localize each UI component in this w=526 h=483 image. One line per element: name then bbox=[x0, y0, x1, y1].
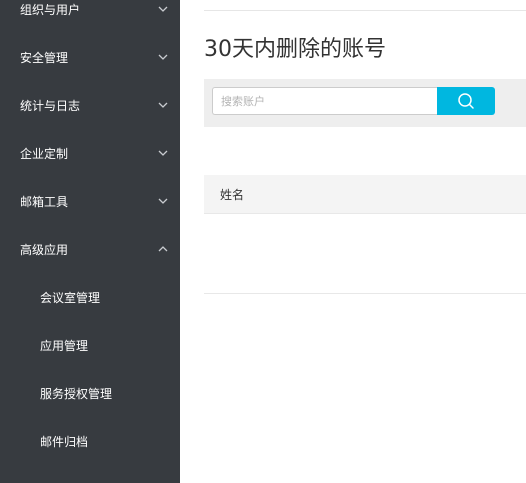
sidebar-item-label: 组织与用户 bbox=[20, 2, 81, 17]
sidebar-item-label: 安全管理 bbox=[20, 50, 69, 65]
app-window: 组织与用户 安全管理 统计与日志 企业定制 邮箱工具 高级应用 会议室管理 应用… bbox=[0, 0, 526, 483]
sidebar-item-stats-logs[interactable]: 统计与日志 bbox=[0, 81, 180, 129]
table-body bbox=[204, 214, 526, 294]
chevron-down-icon bbox=[156, 146, 170, 160]
sidebar-item-label: 高级应用 bbox=[20, 242, 69, 257]
sidebar-subitem-meeting-rooms[interactable]: 会议室管理 bbox=[0, 273, 180, 321]
sidebar-subitem-label: 服务授权管理 bbox=[40, 386, 113, 401]
sidebar-item-org-users[interactable]: 组织与用户 bbox=[0, 0, 180, 33]
sidebar-item-label: 统计与日志 bbox=[20, 98, 81, 113]
sidebar-subitem-service-authorization[interactable]: 服务授权管理 bbox=[0, 369, 180, 417]
sidebar-subitem-label: 会议室管理 bbox=[40, 290, 101, 305]
search-button[interactable] bbox=[437, 87, 495, 115]
chevron-up-icon bbox=[156, 242, 170, 256]
chevron-down-icon bbox=[156, 194, 170, 208]
sidebar-item-customization[interactable]: 企业定制 bbox=[0, 129, 180, 177]
chevron-down-icon bbox=[156, 50, 170, 64]
sidebar-subitem-label: 应用管理 bbox=[40, 338, 89, 353]
search-input[interactable] bbox=[212, 87, 438, 115]
sidebar-item-label: 邮箱工具 bbox=[20, 194, 69, 209]
table-header: 姓名 bbox=[204, 175, 526, 214]
chevron-down-icon bbox=[156, 2, 170, 16]
sidebar: 组织与用户 安全管理 统计与日志 企业定制 邮箱工具 高级应用 会议室管理 应用… bbox=[0, 0, 180, 483]
sidebar-item-label: 企业定制 bbox=[20, 146, 69, 161]
sidebar-subitem-app-management[interactable]: 应用管理 bbox=[0, 321, 180, 369]
sidebar-item-mail-tools[interactable]: 邮箱工具 bbox=[0, 177, 180, 225]
chevron-down-icon bbox=[156, 98, 170, 112]
sidebar-subitem-mail-archive[interactable]: 邮件归档 bbox=[0, 417, 180, 465]
search-icon bbox=[457, 92, 475, 110]
sidebar-item-security[interactable]: 安全管理 bbox=[0, 33, 180, 81]
main-content: 30天内删除的账号 姓名 bbox=[180, 0, 526, 483]
search-bar bbox=[204, 79, 526, 127]
column-header-name: 姓名 bbox=[220, 188, 245, 202]
sidebar-item-advanced-apps[interactable]: 高级应用 bbox=[0, 225, 180, 273]
page-title: 30天内删除的账号 bbox=[204, 37, 386, 62]
sidebar-subitem-label: 邮件归档 bbox=[40, 434, 89, 449]
top-divider bbox=[204, 10, 526, 11]
